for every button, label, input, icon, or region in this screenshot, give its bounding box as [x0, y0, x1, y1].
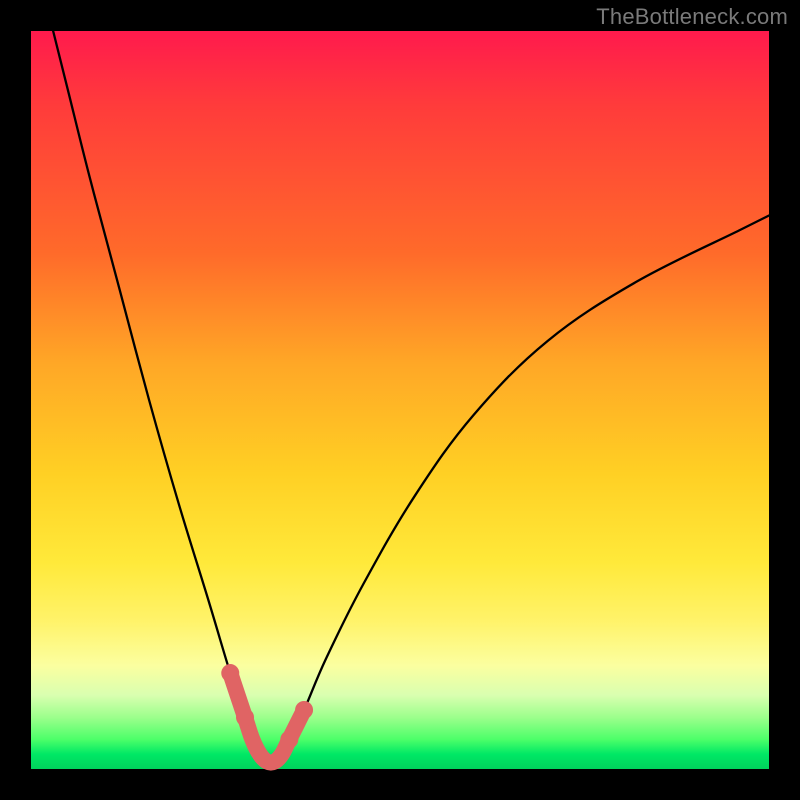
valley-marker-dot	[295, 701, 313, 719]
valley-marker-dot	[280, 730, 298, 748]
curve-svg	[31, 31, 769, 769]
plot-area	[31, 31, 769, 769]
bottleneck-curve	[53, 31, 769, 763]
chart-frame: TheBottleneck.com	[0, 0, 800, 800]
valley-marker-dot	[221, 664, 239, 682]
watermark-text: TheBottleneck.com	[596, 4, 788, 30]
valley-marker-dot	[236, 708, 254, 726]
